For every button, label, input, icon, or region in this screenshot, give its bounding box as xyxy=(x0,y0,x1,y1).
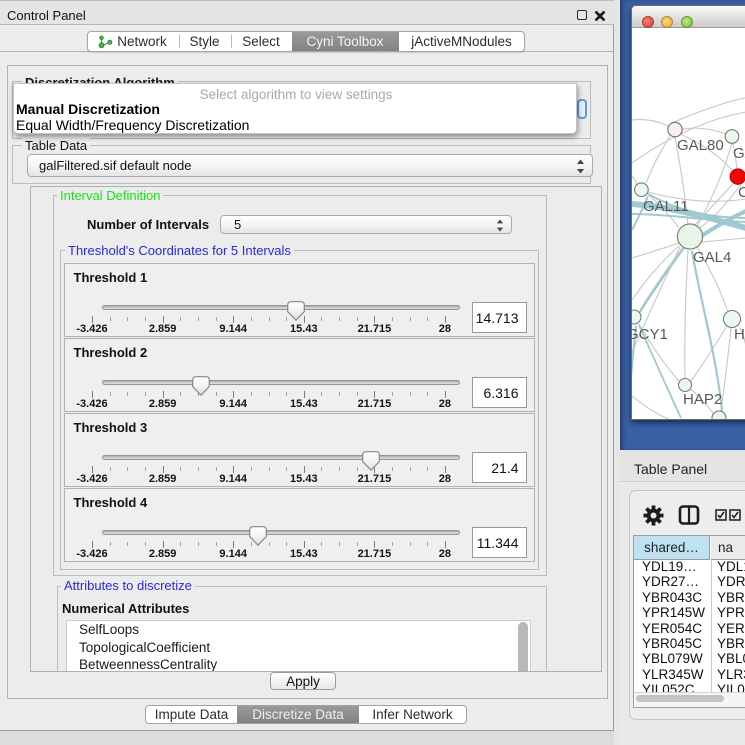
svg-text:C: C xyxy=(738,184,745,201)
svg-text:GCY1: GCY1 xyxy=(632,326,668,343)
svg-text:GAL11: GAL11 xyxy=(643,198,689,215)
svg-text:HAP2: HAP2 xyxy=(683,391,722,408)
svg-text:GA: GA xyxy=(733,145,745,162)
svg-text:H: H xyxy=(734,326,745,343)
svg-text:GAL4: GAL4 xyxy=(693,249,731,266)
svg-text:GAL80: GAL80 xyxy=(677,137,724,154)
